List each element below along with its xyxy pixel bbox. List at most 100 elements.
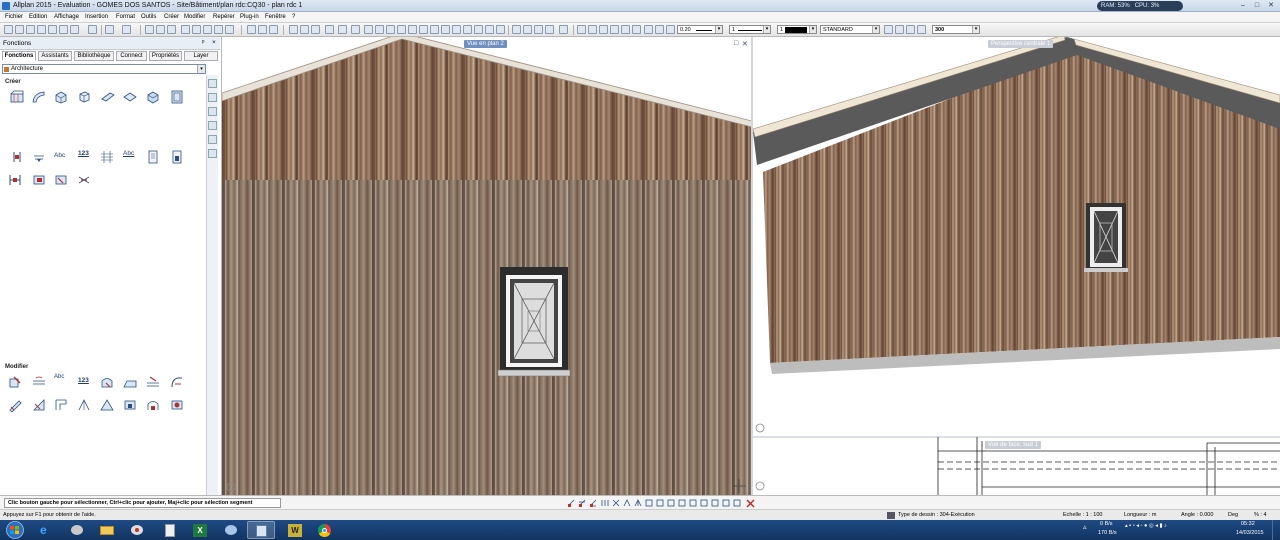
percent-readout[interactable]: % : 4 (1254, 512, 1267, 518)
fileset-icon[interactable] (70, 25, 79, 34)
modify-wall-icon[interactable] (8, 375, 22, 389)
zoom-all-icon[interactable] (419, 25, 428, 34)
layout-icon[interactable] (88, 25, 97, 34)
menu-reperer[interactable]: Repérer (213, 14, 235, 20)
grid-icon[interactable] (610, 25, 619, 34)
print-icon[interactable] (48, 25, 57, 34)
tab-assistants[interactable]: Assistants (38, 51, 72, 61)
eraser-icon[interactable] (559, 25, 568, 34)
elevation-view-label[interactable]: Vue de face, sud 1 (985, 441, 1041, 449)
cut-icon[interactable] (145, 25, 154, 34)
pipette-icon[interactable] (666, 25, 675, 34)
beam-icon[interactable] (101, 90, 115, 104)
paste-icon[interactable] (167, 25, 176, 34)
plane-icon[interactable] (588, 25, 597, 34)
menu-edition[interactable]: Edition (29, 14, 47, 20)
block-icon[interactable] (54, 90, 68, 104)
perspective-view-label[interactable]: Perspective centrale 1 (988, 40, 1054, 48)
window-4-icon[interactable] (338, 25, 347, 34)
modify-surface-icon[interactable] (32, 398, 46, 412)
fill-icon[interactable] (474, 25, 483, 34)
palette-close-icon[interactable]: × (212, 39, 216, 46)
perspective-view[interactable] (752, 37, 1280, 437)
scale-select[interactable]: 300 ▾ (932, 25, 980, 34)
clock-date[interactable]: 14/03/2015 (1236, 530, 1264, 536)
line-type-select[interactable]: 1 ▾ (729, 25, 771, 34)
window-6-icon[interactable] (364, 25, 373, 34)
text-label-icon[interactable]: Abc (123, 150, 137, 164)
side-tool-2-icon[interactable] (208, 93, 217, 102)
drawing-type[interactable]: Type de dessin : 304-Exécution (898, 512, 975, 518)
hatch-grid-icon[interactable] (100, 150, 114, 164)
modify-height-icon[interactable] (146, 375, 160, 389)
wild-app-icon[interactable]: W (281, 521, 309, 539)
opening-wall-icon[interactable] (8, 173, 22, 187)
lock-icon[interactable] (895, 25, 904, 34)
save-icon[interactable] (37, 25, 46, 34)
menu-modifier[interactable]: Modifier (184, 14, 205, 20)
modify-arch-icon[interactable] (77, 398, 91, 412)
selection-tools[interactable] (566, 498, 758, 508)
window-5-icon[interactable] (351, 25, 360, 34)
mirror-icon[interactable] (203, 25, 212, 34)
modify-contour-icon[interactable] (170, 375, 184, 389)
lightbulb-icon[interactable] (917, 25, 926, 34)
start-button[interactable] (4, 521, 26, 539)
slab-icon[interactable] (123, 90, 137, 104)
delete-icon[interactable] (181, 25, 190, 34)
angle-readout[interactable]: Angle : 0.000 (1181, 512, 1213, 518)
file-explorer-icon[interactable] (93, 521, 121, 539)
niche-icon[interactable] (32, 173, 46, 187)
remote-app-icon[interactable] (217, 521, 245, 539)
visibility-icon[interactable] (906, 25, 915, 34)
copy-move-icon[interactable] (192, 25, 201, 34)
modify-macro-icon[interactable] (170, 398, 184, 412)
side-tool-5-icon[interactable] (208, 135, 217, 144)
modify-pen-icon[interactable] (8, 398, 22, 412)
browser-icon[interactable] (63, 521, 91, 539)
recess-icon[interactable] (54, 173, 68, 187)
modify-gable-icon[interactable] (100, 398, 114, 412)
length-unit[interactable]: Longueur : m (1124, 512, 1156, 518)
close-button[interactable]: ✕ (1266, 1, 1276, 10)
module-select[interactable]: Architecture ▾ (2, 64, 206, 74)
curved-wall-icon[interactable] (32, 90, 46, 104)
plan-view-label[interactable]: Vue en plan 2 (464, 40, 507, 48)
pattern-icon[interactable] (485, 25, 494, 34)
list-icon[interactable] (146, 150, 160, 164)
show-desktop-button[interactable] (1272, 520, 1280, 540)
label-text-icon[interactable]: Abc (54, 152, 68, 166)
pen-icon[interactable] (644, 25, 653, 34)
window-2-icon[interactable] (311, 25, 320, 34)
layer-select[interactable]: STANDARD ▾ (820, 25, 880, 34)
clock-time[interactable]: 05:32 (1241, 521, 1255, 527)
redo-icon[interactable] (122, 25, 131, 34)
tray-icons[interactable]: ▴ ▪ ▫ ◂ ◦ ● ◎ ◂ ▮ ♪ (1125, 523, 1167, 529)
modify-component-icon[interactable] (123, 398, 137, 412)
text-icon[interactable] (496, 25, 505, 34)
side-tool-1-icon[interactable] (208, 79, 217, 88)
window-7-icon[interactable] (375, 25, 384, 34)
dimension-number-icon[interactable]: 123 (78, 150, 92, 164)
tab-fonctions[interactable]: Fonctions (2, 51, 36, 61)
select-icon[interactable] (247, 25, 256, 34)
filter-icon[interactable] (258, 25, 267, 34)
pen-thickness-select[interactable]: 0.20 ▾ (677, 25, 723, 34)
plot-icon[interactable] (59, 25, 68, 34)
tab-bibliotheque[interactable]: Bibliothèque (74, 51, 114, 61)
angle-unit[interactable]: Deg (1228, 512, 1238, 518)
stair-icon[interactable] (32, 150, 46, 164)
chrome-icon[interactable] (311, 521, 339, 539)
color-select[interactable]: 1 ▾ (777, 25, 817, 34)
slot-icon[interactable] (77, 173, 91, 187)
measure-icon[interactable] (441, 25, 450, 34)
side-tool-3-icon[interactable] (208, 107, 217, 116)
ruler-icon[interactable] (599, 25, 608, 34)
line-icon[interactable] (512, 25, 521, 34)
polyline-icon[interactable] (534, 25, 543, 34)
internet-explorer-icon[interactable]: e (33, 521, 61, 539)
dimension-icon[interactable] (452, 25, 461, 34)
settings-icon[interactable] (632, 25, 641, 34)
format-icon[interactable] (884, 25, 893, 34)
view-splitter[interactable] (751, 37, 753, 495)
